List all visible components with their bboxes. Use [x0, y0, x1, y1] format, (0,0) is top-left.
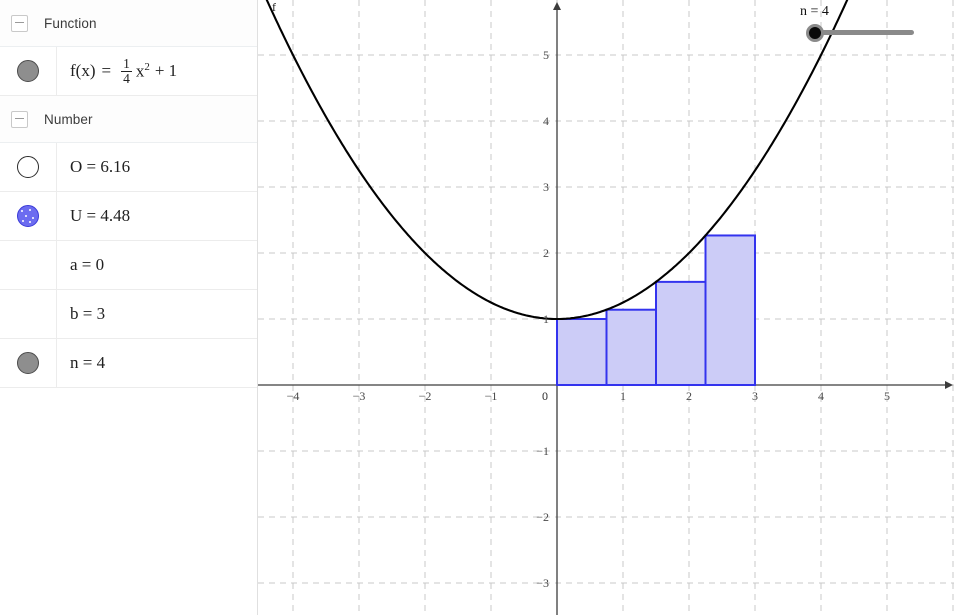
fraction-numerator: 1 [123, 55, 130, 71]
visibility-marble-icon[interactable] [17, 60, 39, 82]
curve-name-label: f [272, 0, 276, 14]
y-tick-label: 4 [543, 114, 549, 128]
x-tick-label: −3 [353, 389, 366, 403]
visibility-toggle-f[interactable] [0, 47, 57, 95]
visibility-toggle-U[interactable] [0, 192, 57, 240]
group-title-number: Number [44, 111, 93, 127]
y-tick-label: 3 [543, 180, 549, 194]
algebra-row-n[interactable]: n = 4 [0, 339, 257, 388]
riemann-rectangle [704, 234, 756, 386]
y-tick-label: −2 [536, 510, 549, 524]
algebra-row-f[interactable]: f(x) = 1 4 x2 + 1 [0, 47, 257, 96]
origin-label: 0 [542, 389, 548, 403]
fraction-one-quarter: 1 4 [121, 55, 132, 86]
axes [258, 2, 953, 615]
algebra-item-a-label: a = 0 [70, 255, 105, 274]
x-tick-label: −2 [419, 389, 432, 403]
slider-track[interactable] [814, 30, 914, 35]
visibility-toggle-n[interactable] [0, 339, 57, 387]
group-header-number[interactable]: Number [0, 96, 257, 143]
y-tick-label: 2 [543, 246, 549, 260]
y-tick-label: 5 [543, 48, 549, 62]
geogebra-app-window: Function f(x) = 1 4 x2 + 1 Number O = 6.… [0, 0, 954, 615]
x-tick-label: −4 [287, 389, 300, 403]
riemann-rectangle [655, 280, 707, 386]
algebra-item-f-label: f(x) = 1 4 x2 + 1 [57, 55, 178, 86]
fx-power-term: x2 [136, 61, 150, 82]
x-tick-label: 3 [752, 389, 758, 403]
x-tick-label: 4 [818, 389, 824, 403]
riemann-rectangles[interactable] [556, 234, 756, 386]
group-header-function[interactable]: Function [0, 0, 257, 47]
slider-value-label: n = 4 [800, 4, 829, 19]
visibility-marble-icon[interactable] [17, 205, 39, 227]
fx-equals: = [101, 61, 112, 80]
visibility-toggle-a [0, 241, 57, 289]
algebra-item-O-label: O = 6.16 [70, 157, 131, 176]
riemann-rectangle [605, 308, 657, 386]
riemann-rectangle [556, 318, 608, 386]
slider-n[interactable] [803, 23, 921, 42]
function-curve[interactable] [258, 0, 864, 321]
slider-handle[interactable] [806, 24, 824, 42]
coordinate-plane[interactable]: −4 −3 −2 −1 0 1 2 3 4 5543210−1−2−3f [258, 0, 954, 615]
algebra-row-a[interactable]: a = 0 [0, 241, 257, 290]
visibility-toggle-O[interactable] [0, 143, 57, 191]
group-title-function: Function [44, 15, 97, 31]
fx-lhs: f(x) [70, 61, 96, 80]
grid-lines [258, 0, 954, 615]
minus-box-icon[interactable] [11, 14, 28, 32]
algebra-row-b[interactable]: b = 3 [0, 290, 257, 339]
axis-tick-labels: −4 −3 −2 −1 0 1 2 3 4 5543210−1−2−3f [272, 0, 890, 590]
algebra-item-n-label: n = 4 [70, 353, 106, 372]
x-tick-label: −1 [485, 389, 498, 403]
y-tick-label: −3 [536, 576, 549, 590]
x-tick-label: 5 [884, 389, 890, 403]
fraction-denominator: 4 [121, 70, 132, 86]
parabola-path [265, 0, 849, 321]
visibility-marble-icon[interactable] [17, 156, 39, 178]
algebra-row-U[interactable]: U = 4.48 [0, 192, 257, 241]
y-tick-label: 1 [543, 312, 549, 326]
visibility-marble-icon[interactable] [17, 352, 39, 374]
algebra-sidebar: Function f(x) = 1 4 x2 + 1 Number O = 6.… [0, 0, 258, 615]
minus-box-icon[interactable] [11, 110, 28, 128]
x-tick-label: 2 [686, 389, 692, 403]
fx-constant-term: + 1 [154, 61, 178, 80]
visibility-toggle-b [0, 290, 57, 338]
x-tick-label: 1 [620, 389, 626, 403]
y-tick-label: −1 [536, 444, 549, 458]
algebra-row-O[interactable]: O = 6.16 [0, 143, 257, 192]
fx-exponent: 2 [144, 60, 150, 73]
algebra-item-b-label: b = 3 [70, 304, 106, 323]
algebra-item-U-label: U = 4.48 [70, 206, 131, 225]
graphics-view[interactable]: −4 −3 −2 −1 0 1 2 3 4 5 5 4 3 2 1 0 −1 −2 −3 f [258, 0, 954, 615]
